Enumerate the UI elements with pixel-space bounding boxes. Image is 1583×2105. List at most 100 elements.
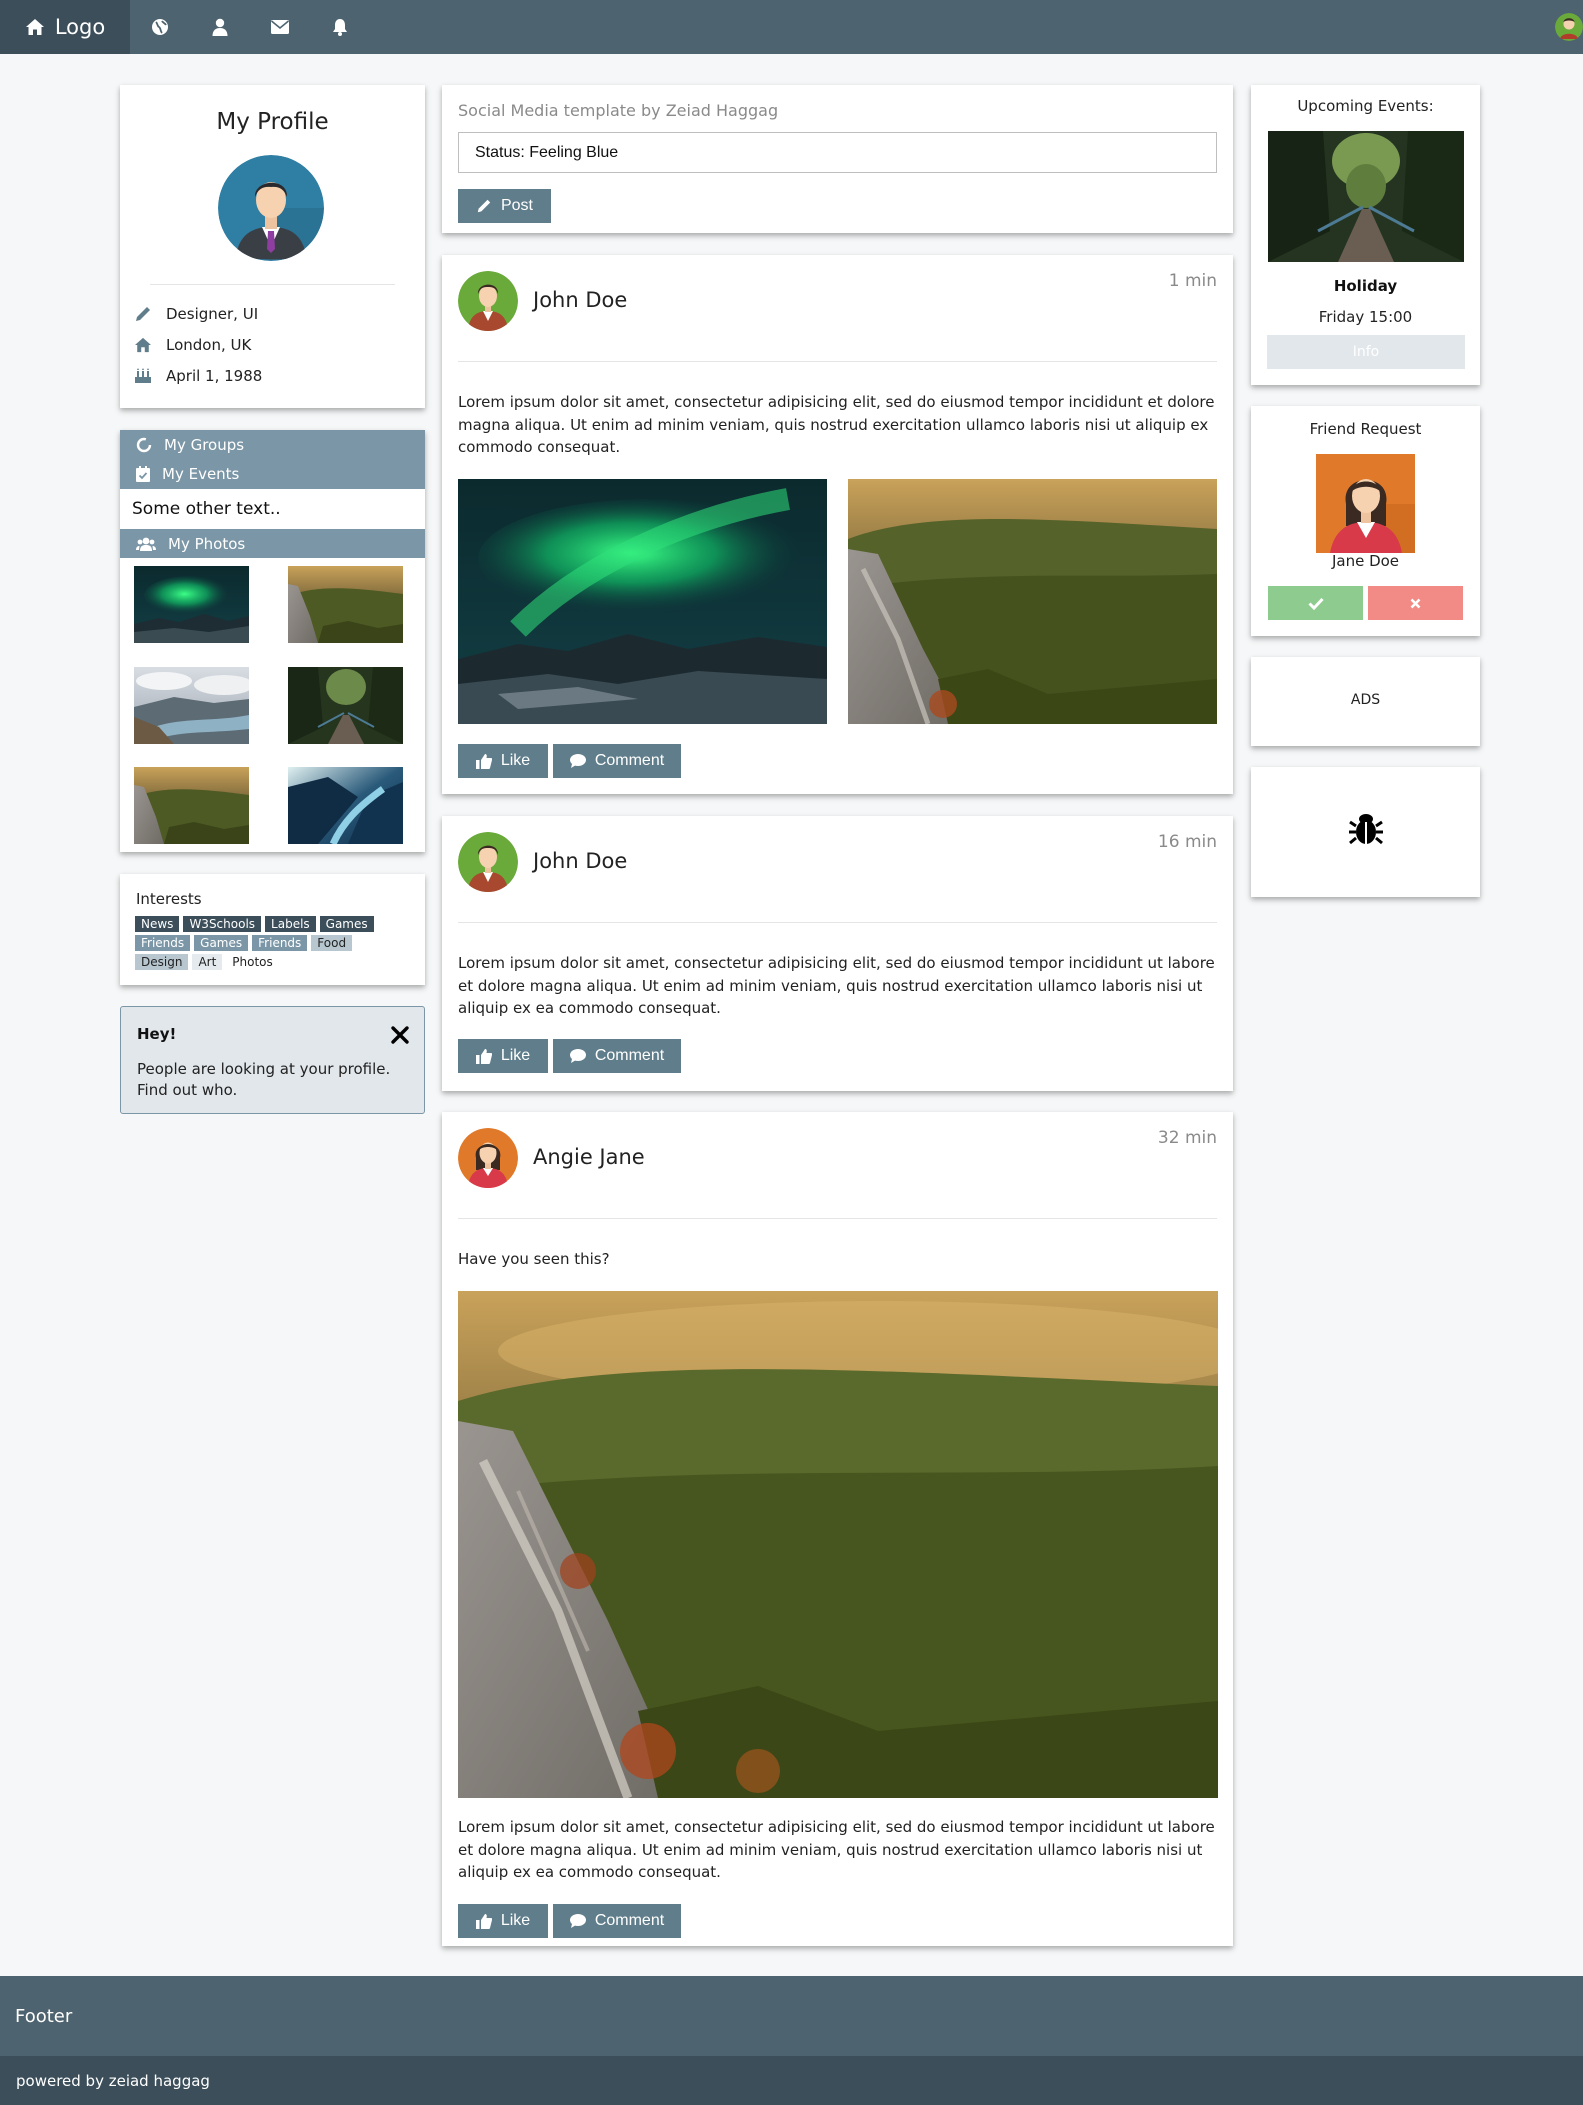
event-info-button[interactable]: Info: [1267, 335, 1465, 369]
pencil-icon: [136, 307, 150, 321]
close-icon[interactable]: [390, 1025, 410, 1045]
ads-card: ADS: [1251, 657, 1480, 746]
interest-tag[interactable]: Design: [135, 954, 189, 970]
photo-thumb-bridge[interactable]: [288, 667, 403, 744]
post-image-aurora[interactable]: [458, 479, 827, 724]
interest-tag[interactable]: Food: [311, 935, 353, 951]
footer-label: Footer: [15, 2005, 73, 2027]
profile-birthday: April 1, 1988: [166, 367, 263, 385]
post-avatar[interactable]: [458, 271, 518, 331]
interest-tag[interactable]: Friends: [252, 935, 308, 951]
friend-request-title: Friend Request: [1309, 420, 1422, 438]
post-avatar[interactable]: [458, 1128, 518, 1188]
post-time: 32 min: [1157, 1128, 1217, 1148]
friend-avatar[interactable]: [1316, 454, 1415, 553]
accordion-card: My Groups My Events Some other text.. My…: [120, 430, 425, 852]
my-events-button[interactable]: My Events: [120, 459, 425, 489]
alert-title: Hey!: [137, 1025, 177, 1043]
like-button[interactable]: Like: [458, 1039, 548, 1073]
top-navbar: Logo: [0, 0, 1583, 54]
interest-tag[interactable]: News: [135, 916, 180, 932]
footer-credit: powered by zeiad haggag: [16, 2071, 210, 2090]
footer: Footer: [0, 1976, 1583, 2056]
event-info-label: Info: [1352, 344, 1380, 360]
interest-tags: News W3Schools Labels Games Friends Game…: [135, 916, 405, 970]
post-text: Have you seen this?: [458, 1250, 610, 1268]
interest-tag[interactable]: Art: [192, 954, 223, 970]
globe-icon: [152, 19, 168, 35]
comment-icon: [569, 754, 586, 768]
post-author[interactable]: John Doe: [533, 849, 627, 873]
woman-avatar-icon: [1316, 454, 1415, 553]
photo-thumb-lake[interactable]: [134, 667, 249, 744]
interest-tag[interactable]: Games: [319, 916, 374, 932]
friend-request-card: Friend Request Jane Doe: [1251, 406, 1480, 636]
photo-thumb-aurora[interactable]: [134, 566, 249, 643]
like-button[interactable]: Like: [458, 744, 548, 778]
comment-button[interactable]: Comment: [553, 744, 681, 778]
status-input[interactable]: [458, 132, 1217, 173]
nav-globe-button[interactable]: [130, 0, 190, 54]
ads-label: ADS: [1350, 692, 1381, 708]
comment-label: Comment: [594, 1047, 665, 1064]
photo-thumb-fjord[interactable]: [288, 767, 403, 844]
interest-tag[interactable]: Friends: [135, 935, 191, 951]
post-author[interactable]: Angie Jane: [533, 1145, 645, 1169]
post-avatar[interactable]: [458, 832, 518, 892]
profile-location: London, UK: [166, 336, 252, 354]
events-title: Upcoming Events:: [1297, 97, 1434, 115]
my-photos-button[interactable]: My Photos: [120, 529, 425, 558]
comment-label: Comment: [594, 752, 665, 769]
like-button[interactable]: Like: [458, 1904, 548, 1938]
envelope-icon: [271, 20, 289, 34]
interest-tag[interactable]: Photos: [226, 954, 278, 970]
interest-tag[interactable]: Labels: [265, 916, 316, 932]
home-icon: [135, 337, 151, 353]
my-groups-label: My Groups: [164, 435, 245, 454]
bug-card: [1251, 767, 1480, 897]
interests-card: Interests News W3Schools Labels Games Fr…: [120, 874, 425, 985]
my-photos-label: My Photos: [168, 534, 246, 553]
nav-notifications-button[interactable]: [310, 0, 370, 54]
interest-tag[interactable]: Games: [194, 935, 249, 951]
thumbs-up-icon: [475, 1049, 492, 1064]
status-card: Social Media template by Zeiad Haggag Po…: [442, 85, 1233, 233]
accept-button[interactable]: [1268, 586, 1363, 620]
comment-button[interactable]: Comment: [553, 1904, 681, 1938]
profile-location-row: London, UK: [134, 336, 251, 354]
nav-user-avatar[interactable]: [1555, 13, 1583, 41]
man-avatar-icon: [458, 832, 518, 892]
nav-messages-button[interactable]: [250, 0, 310, 54]
forest-cliff-photo: [848, 479, 1217, 724]
close-icon: [1410, 598, 1421, 608]
decline-button[interactable]: [1368, 586, 1463, 620]
events-card: Upcoming Events: Holiday Friday 15:00 In…: [1251, 85, 1480, 385]
post-time: 16 min: [1157, 832, 1217, 852]
post-image-forest[interactable]: [848, 479, 1217, 724]
user-avatar-icon: [1555, 13, 1583, 41]
friend-name: Jane Doe: [1331, 552, 1400, 570]
like-label: Like: [500, 752, 531, 769]
fjord-photo: [288, 767, 403, 844]
comment-button[interactable]: Comment: [553, 1039, 681, 1073]
logo-label: Logo: [54, 15, 106, 39]
status-hint: Social Media template by Zeiad Haggag: [458, 101, 779, 120]
interests-title: Interests: [136, 890, 202, 908]
post-image-forest-large[interactable]: [458, 1291, 1218, 1798]
mountain-lake-photo: [134, 667, 249, 744]
man-avatar-icon: [218, 155, 324, 261]
photo-thumb-forest-2[interactable]: [134, 767, 249, 844]
photo-thumb-forest[interactable]: [288, 566, 403, 643]
nav-account-button[interactable]: [190, 0, 250, 54]
post-author[interactable]: John Doe: [533, 288, 627, 312]
logo-link[interactable]: Logo: [0, 0, 130, 54]
post-divider: [458, 361, 1217, 362]
my-groups-button[interactable]: My Groups: [120, 430, 425, 459]
interest-tag[interactable]: W3Schools: [183, 916, 262, 932]
post-button[interactable]: Post: [458, 189, 551, 223]
profile-alert: Hey! People are looking at your profile.…: [120, 1006, 425, 1114]
home-icon: [25, 19, 44, 35]
aurora-photo: [458, 479, 827, 724]
woman-avatar-icon: [458, 1128, 518, 1188]
thumbs-up-icon: [475, 754, 492, 769]
